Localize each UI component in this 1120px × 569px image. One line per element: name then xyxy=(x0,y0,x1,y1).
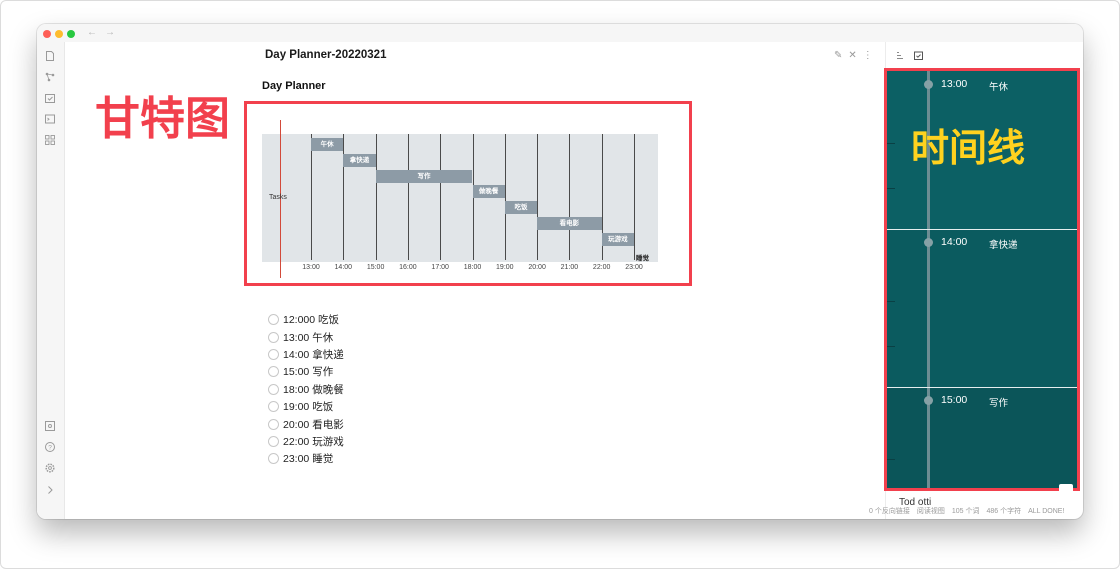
close-icon[interactable]: ✕ xyxy=(848,50,862,61)
status-backlinks[interactable]: 0 个反向链接 xyxy=(869,508,910,515)
task-checkbox[interactable] xyxy=(268,348,279,360)
task-item: 14:00 拿快递 xyxy=(268,346,344,363)
timeline-annotation-label: 时间线 xyxy=(911,128,1026,170)
task-item: 23:00 睡觉 xyxy=(268,450,344,467)
more-options-icon[interactable]: ⋮ xyxy=(863,50,879,61)
view-actions[interactable]: ✎✕⋮ xyxy=(834,50,879,61)
task-checkbox[interactable] xyxy=(268,401,279,413)
status-chars: 486 个字符 xyxy=(986,508,1022,515)
task-text: 15:00 写作 xyxy=(283,366,334,379)
edit-icon[interactable]: ✎ xyxy=(834,50,848,61)
gantt-annotation-label: 甘特图 xyxy=(95,93,231,144)
gantt-annotation-box xyxy=(244,101,692,286)
minimize-window-button[interactable] xyxy=(55,30,63,38)
titlebar: ← → xyxy=(37,24,1083,42)
vault-icon[interactable] xyxy=(44,420,56,432)
outline-tab-icon[interactable] xyxy=(895,50,906,61)
task-list: 12:000 吃饭 13:00 午休 14:00 拿快递 15:00 写作 18:00 … xyxy=(268,311,344,468)
back-arrow-icon[interactable]: ← xyxy=(87,27,97,38)
forward-arrow-icon[interactable]: → xyxy=(105,27,115,38)
app-window: ← → ? Day Planner-20220321 ✎✕⋮ Day Plann… xyxy=(37,24,1083,519)
task-text: 12:000 吃饭 xyxy=(283,314,340,327)
task-checkbox[interactable] xyxy=(268,383,279,395)
task-text: 13:00 午休 xyxy=(283,331,334,344)
close-window-button[interactable] xyxy=(43,30,51,38)
task-item: 13:00 午休 xyxy=(268,328,344,345)
status-all-done: ALL DONE! xyxy=(1028,508,1065,515)
expand-icon[interactable] xyxy=(44,484,56,496)
task-checkbox[interactable] xyxy=(268,435,279,447)
task-item: 22:00 玩游戏 xyxy=(268,433,344,450)
status-bar: 0 个反向链接 阅读视图 105 个词 486 个字符 ALL DONE! xyxy=(869,506,1071,516)
task-text: 19:00 吃饭 xyxy=(283,401,334,414)
left-ribbon: ? xyxy=(37,42,65,519)
corner-button[interactable] xyxy=(1059,484,1073,494)
task-item: 18:00 做晚餐 xyxy=(268,381,344,398)
task-item: 19:00 吃饭 xyxy=(268,398,344,415)
task-checkbox[interactable] xyxy=(268,418,279,430)
task-text: 14:00 拿快递 xyxy=(283,348,344,361)
task-checkbox[interactable] xyxy=(268,453,279,465)
task-text: 22:00 玩游戏 xyxy=(283,435,344,448)
svg-text:?: ? xyxy=(48,444,52,451)
help-icon[interactable]: ? xyxy=(44,441,56,453)
settings-icon[interactable] xyxy=(44,462,56,474)
note-title: Day Planner-20220321 xyxy=(265,49,387,61)
task-checkbox[interactable] xyxy=(268,366,279,378)
task-item: 15:00 写作 xyxy=(268,363,344,380)
task-checkbox[interactable] xyxy=(268,314,279,326)
task-text: 23:00 睡觉 xyxy=(283,453,334,466)
task-text: 18:00 做晚餐 xyxy=(283,383,344,396)
task-text: 20:00 看电影 xyxy=(283,418,344,431)
graph-icon[interactable] xyxy=(44,71,56,83)
grid-icon[interactable] xyxy=(44,134,56,146)
file-icon[interactable] xyxy=(44,50,56,62)
task-checkbox[interactable] xyxy=(268,331,279,343)
calendar-check-icon[interactable] xyxy=(44,92,56,104)
note-heading: Day Planner xyxy=(262,80,326,92)
task-item: 20:00 看电影 xyxy=(268,415,344,432)
terminal-icon[interactable] xyxy=(44,113,56,125)
maximize-window-button[interactable] xyxy=(67,30,75,38)
task-item: 12:000 吃饭 xyxy=(268,311,344,328)
status-mode[interactable]: 阅读视图 xyxy=(917,508,945,515)
calendar-tab-icon[interactable] xyxy=(913,50,924,61)
status-words: 105 个词 xyxy=(951,508,980,515)
